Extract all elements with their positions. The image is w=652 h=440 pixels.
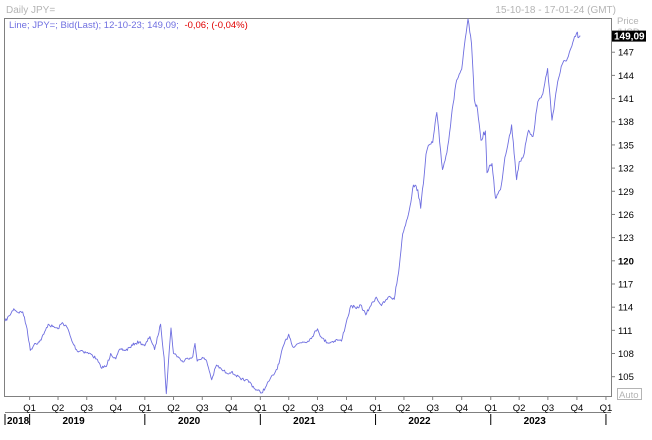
x-tick-label-11: Q4 [340, 403, 353, 414]
x-tick-label-10: Q3 [311, 403, 324, 414]
y-tick-label-9: 120 [618, 256, 634, 267]
x-tick-label-2: Q3 [80, 403, 93, 414]
date-range: 15-10-18 - 17-01-24 (GMT) [495, 5, 616, 16]
x-tick-label-0: Q1 [23, 403, 36, 414]
year-label-1: 2019 [62, 416, 85, 427]
y-tick-label-2: 141 [618, 94, 634, 105]
x-tick-label-20: Q1 [600, 403, 613, 414]
x-tick-label-5: Q2 [167, 403, 180, 414]
year-label-3: 2021 [293, 416, 316, 427]
x-tick-label-19: Q4 [571, 403, 584, 414]
chart-title: Daily JPY= [6, 5, 55, 16]
x-tick-label-4: Q1 [138, 403, 151, 414]
y-tick-label-1: 144 [618, 71, 634, 82]
auto-scale-label: Auto [619, 390, 639, 401]
price-axis-unit-line1: Price [617, 16, 639, 27]
year-label-4: 2022 [408, 416, 431, 427]
chart-background [0, 0, 652, 440]
x-tick-label-18: Q3 [542, 403, 555, 414]
x-tick-label-6: Q3 [196, 403, 209, 414]
x-tick-label-12: Q1 [369, 403, 382, 414]
y-tick-label-3: 138 [618, 117, 634, 128]
price-chart: Daily JPY= 15-10-18 - 17-01-24 (GMT) Lin… [0, 0, 652, 440]
y-tick-label-10: 117 [618, 279, 633, 290]
x-tick-label-13: Q2 [398, 403, 411, 414]
y-tick-label-11: 114 [618, 303, 633, 314]
y-tick-label-4: 135 [618, 140, 634, 151]
y-tick-label-13: 108 [618, 349, 634, 360]
year-label-0: 2018 [7, 416, 30, 427]
x-tick-label-3: Q4 [109, 403, 122, 414]
legend-change: -0,06; (-0,04%) [184, 20, 247, 31]
last-value-label: 149,09 [614, 32, 645, 43]
x-tick-label-15: Q4 [455, 403, 468, 414]
y-tick-label-5: 132 [618, 164, 634, 175]
y-tick-label-7: 126 [618, 210, 634, 221]
y-tick-label-0: 147 [618, 48, 634, 59]
year-label-5: 2023 [524, 416, 547, 427]
y-tick-label-14: 105 [618, 372, 634, 383]
x-tick-label-17: Q2 [513, 403, 526, 414]
x-tick-label-7: Q4 [225, 403, 238, 414]
x-tick-label-14: Q3 [426, 403, 439, 414]
year-label-2: 2020 [178, 416, 201, 427]
x-tick-label-8: Q1 [254, 403, 267, 414]
y-tick-label-6: 129 [618, 187, 634, 198]
last-value-badge: 149,09 [612, 30, 646, 43]
legend-series-label: Line; JPY=; Bid(Last); 12-10-23; 149,09; [9, 20, 179, 31]
y-tick-label-12: 111 [618, 326, 632, 337]
legend: Line; JPY=; Bid(Last); 12-10-23; 149,09;… [9, 20, 248, 31]
x-tick-label-16: Q1 [484, 403, 497, 414]
x-tick-label-9: Q2 [282, 403, 295, 414]
y-tick-label-8: 123 [618, 233, 634, 244]
x-tick-label-1: Q2 [52, 403, 65, 414]
